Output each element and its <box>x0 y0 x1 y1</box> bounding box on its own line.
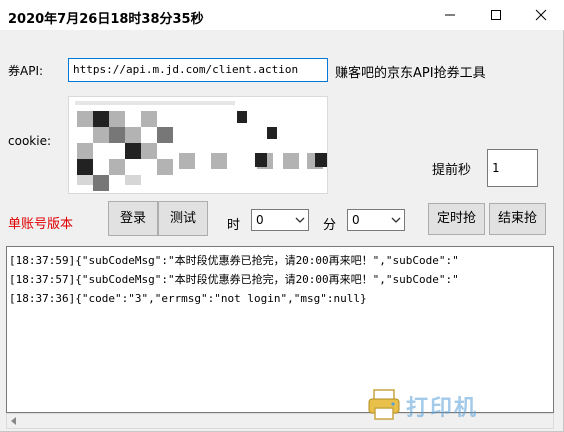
timed-grab-button[interactable]: 定时抢 <box>428 203 485 235</box>
scroll-left-icon <box>11 417 16 425</box>
hour-select[interactable]: 0 <box>251 209 309 231</box>
log-line: [18:37:59]{"subCodeMsg":"本时段优惠券已抢完，请20:0… <box>9 254 459 267</box>
advance-seconds-value: 1 <box>492 161 500 175</box>
minimize-button[interactable] <box>427 0 473 30</box>
printer-icon <box>368 389 400 420</box>
api-input[interactable]: https://api.m.jd.com/client.action <box>68 58 328 82</box>
login-button[interactable]: 登录 <box>108 201 158 236</box>
advance-seconds-input[interactable]: 1 <box>487 149 538 187</box>
maximize-button[interactable] <box>473 0 519 30</box>
stop-grab-button[interactable]: 结束抢 <box>489 203 546 235</box>
minute-label: 分 <box>323 218 337 233</box>
close-button[interactable] <box>518 0 564 30</box>
minute-select-value: 0 <box>352 213 360 227</box>
api-input-value: https://api.m.jd.com/client.action <box>73 63 299 76</box>
title-bar: 2020年7月26日18时38分35秒 <box>0 0 564 30</box>
cookie-input[interactable] <box>68 96 328 194</box>
test-button[interactable]: 测试 <box>158 201 208 236</box>
hour-select-value: 0 <box>256 213 264 227</box>
cookie-redaction <box>75 101 327 191</box>
tool-caption: 赚客吧的京东API抢券工具 <box>335 66 486 81</box>
log-line: [18:37:57]{"subCodeMsg":"本时段优惠券已抢完，请20:0… <box>9 273 459 286</box>
maximize-icon <box>491 10 501 20</box>
cookie-label: cookie: <box>8 134 51 148</box>
api-label: 券API: <box>8 64 44 78</box>
minimize-icon <box>445 14 455 16</box>
chevron-down-icon <box>295 217 305 223</box>
chevron-down-icon <box>391 217 401 223</box>
advance-label: 提前秒 <box>432 163 472 178</box>
close-icon <box>535 9 547 21</box>
log-line: [18:37:36]{"code":"3","errmsg":"not logi… <box>9 292 367 305</box>
watermark-text: 打印机 <box>406 396 479 421</box>
watermark: 打印机 <box>362 372 558 430</box>
minute-select[interactable]: 0 <box>347 209 405 231</box>
window-title: 2020年7月26日18时38分35秒 <box>8 12 204 27</box>
mode-label: 单账号版本 <box>8 217 74 232</box>
hour-label: 时 <box>227 218 241 233</box>
